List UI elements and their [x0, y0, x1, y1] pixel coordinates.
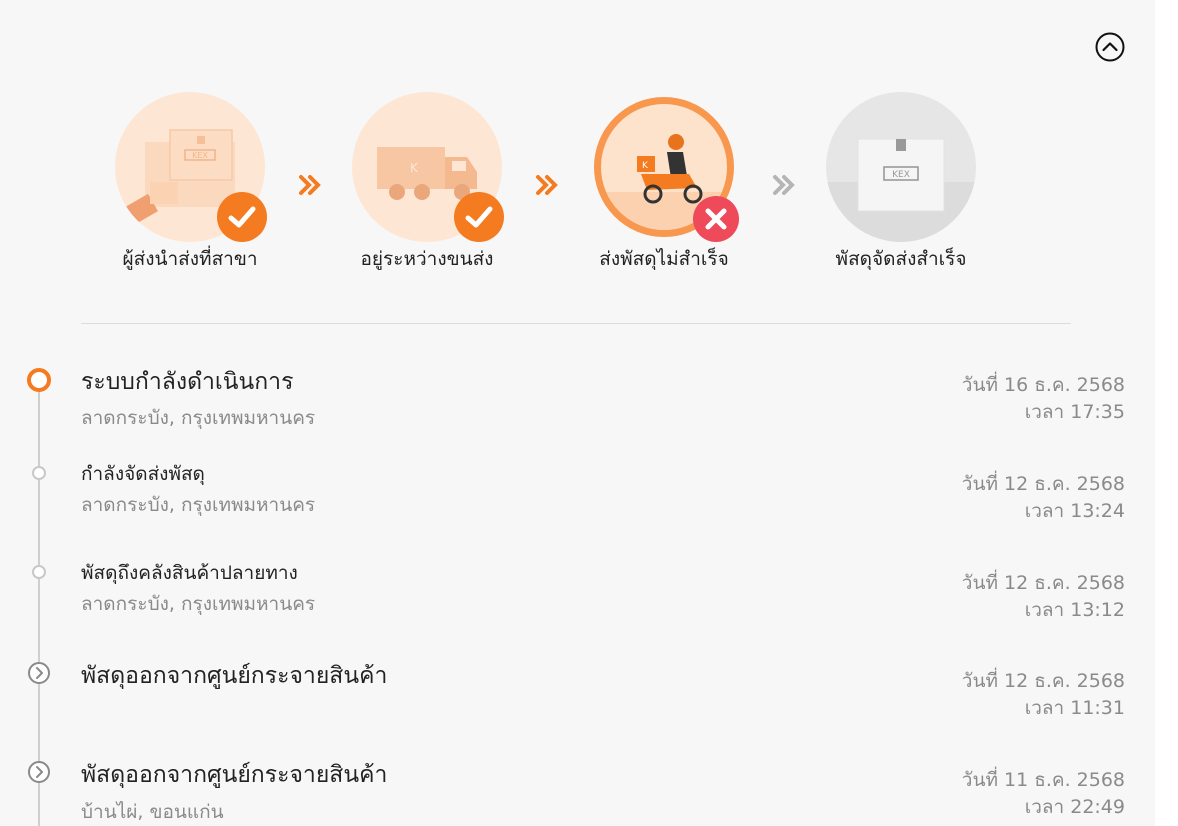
event-date: วันที่ 11 ธ.ค. 2568 [961, 769, 1125, 791]
event-title: กำลังจัดส่งพัสดุ [81, 463, 205, 485]
collapse-button[interactable] [1095, 32, 1125, 62]
step-drop-off: KEX ผู้ส่งนำส่งที่สาขา [70, 92, 310, 292]
timeline-dot-icon [32, 565, 46, 579]
divider [81, 323, 1071, 324]
fail-badge-icon [693, 196, 739, 242]
tracking-panel: KEX ผู้ส่งนำส่งที่สาขา K อยู่ระหว่างขนส่… [0, 0, 1155, 826]
step-label: ผู้ส่งนำส่งที่สาขา [122, 248, 258, 270]
event-time: เวลา 17:35 [1024, 401, 1125, 423]
step-label: ส่งพัสดุไม่สำเร็จ [599, 248, 729, 270]
timeline-event: พัสดุถึงคลังสินค้าปลายทาง ลาดกระบัง, กรุ… [0, 555, 1155, 635]
event-date: วันที่ 12 ธ.ค. 2568 [961, 473, 1125, 495]
event-location: ลาดกระบัง, กรุงเทพมหานคร [81, 494, 316, 516]
chevron-up-icon [1095, 32, 1125, 62]
step-in-transit: K อยู่ระหว่างขนส่ง [307, 92, 547, 292]
svg-text:KEX: KEX [192, 151, 208, 160]
event-title: พัสดุออกจากศูนย์กระจายสินค้า [81, 663, 388, 689]
check-badge-icon [454, 192, 504, 242]
event-time: เวลา 13:12 [1024, 599, 1125, 621]
current-status-dot-icon [27, 368, 51, 392]
event-location: บ้านไผ่, ขอนแก่น [81, 801, 224, 823]
event-time: เวลา 13:24 [1024, 500, 1125, 522]
kex-box-icon: KEX [826, 92, 976, 242]
expand-chevron-icon[interactable] [27, 661, 51, 685]
check-badge-icon [217, 192, 267, 242]
event-date: วันที่ 16 ธ.ค. 2568 [961, 374, 1125, 396]
event-date: วันที่ 12 ธ.ค. 2568 [961, 572, 1125, 594]
timeline-event: ระบบกำลังดำเนินการ ลาดกระบัง, กรุงเทพมหา… [0, 360, 1155, 440]
svg-text:K: K [410, 161, 419, 175]
timeline-event: กำลังจัดส่งพัสดุ ลาดกระบัง, กรุงเทพมหานค… [0, 455, 1155, 535]
event-location: ลาดกระบัง, กรุงเทพมหานคร [81, 407, 316, 429]
event-time: เวลา 11:31 [1024, 697, 1125, 719]
expand-chevron-icon[interactable] [27, 760, 51, 784]
event-time: เวลา 22:49 [1024, 796, 1125, 818]
event-title: ระบบกำลังดำเนินการ [81, 369, 294, 395]
step-delivered: KEX พัสดุจัดส่งสำเร็จ [781, 92, 1021, 292]
timeline-event: พัสดุออกจากศูนย์กระจายสินค้า บ้านไผ่, ขอ… [0, 752, 1155, 826]
step-delivery-failed: K ส่งพัสดุไม่สำเร็จ [544, 92, 784, 292]
step-label: อยู่ระหว่างขนส่ง [360, 248, 494, 270]
kex-logo: KEX [892, 170, 910, 180]
event-title: พัสดุถึงคลังสินค้าปลายทาง [81, 562, 298, 584]
step-label: พัสดุจัดส่งสำเร็จ [835, 248, 967, 270]
timeline-event: พัสดุออกจากศูนย์กระจายสินค้า วันที่ 12 ธ… [0, 654, 1155, 734]
event-date: วันที่ 12 ธ.ค. 2568 [961, 670, 1125, 692]
event-title: พัสดุออกจากศูนย์กระจายสินค้า [81, 762, 388, 788]
event-location: ลาดกระบัง, กรุงเทพมหานคร [81, 593, 316, 615]
timeline-dot-icon [32, 466, 46, 480]
